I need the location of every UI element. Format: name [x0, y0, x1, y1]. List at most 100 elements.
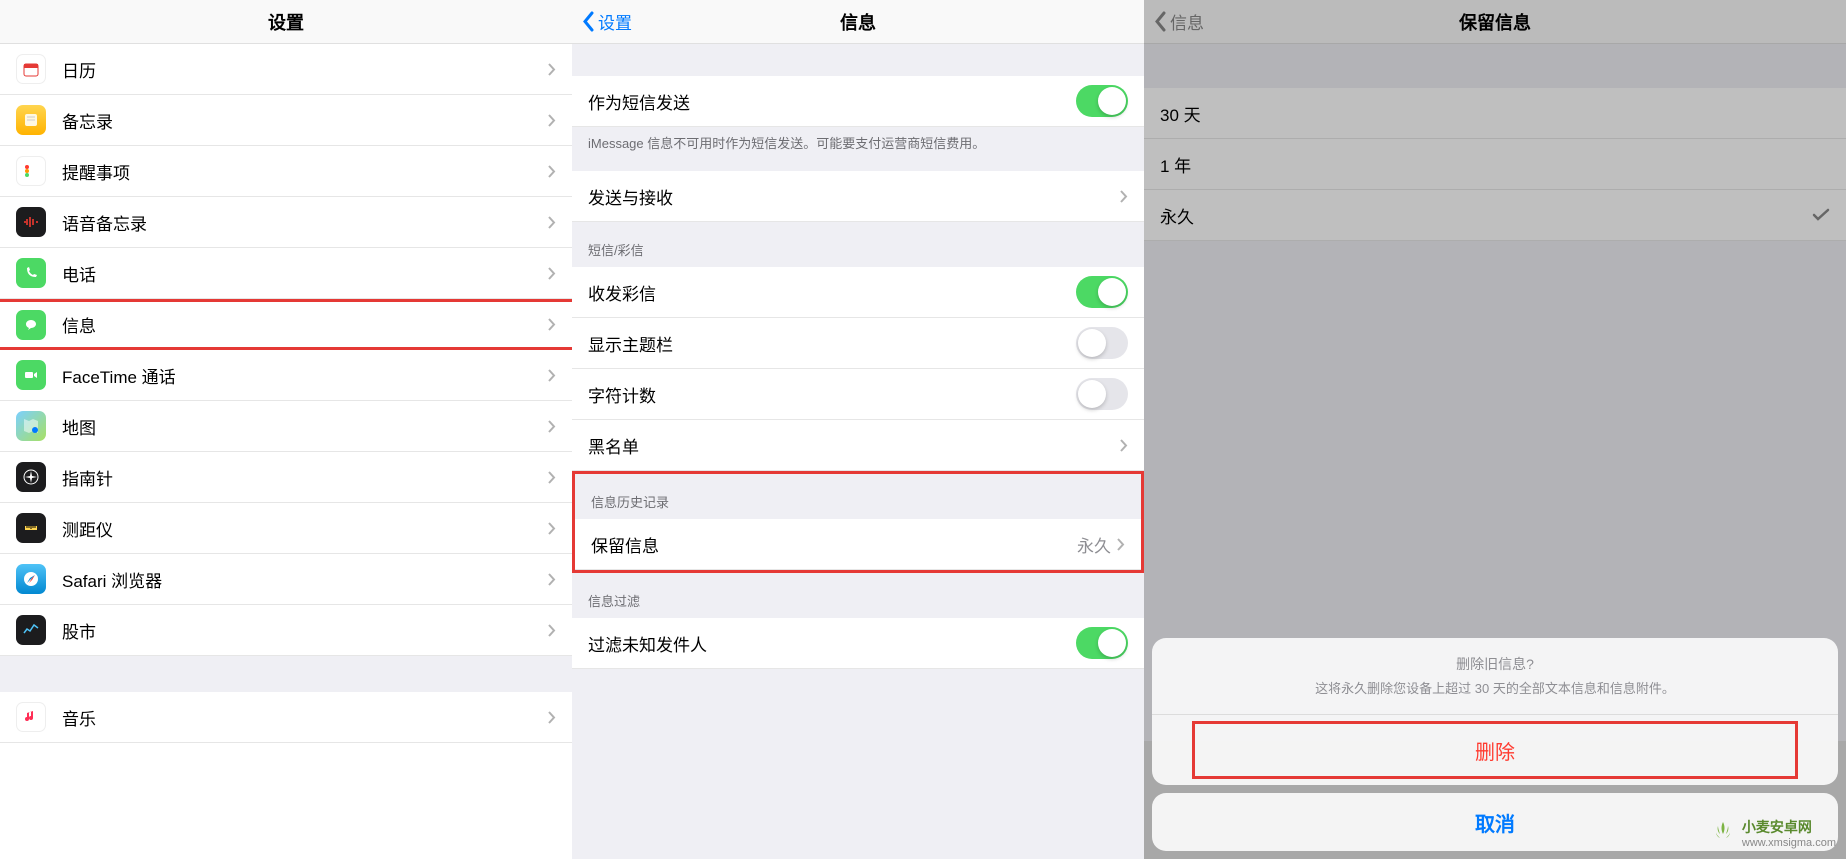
toggle-mms[interactable] — [1076, 276, 1128, 308]
chevron-right-icon — [548, 573, 556, 586]
row-keep-messages[interactable]: 保留信息 永久 — [575, 519, 1141, 570]
row-measure[interactable]: 测距仪 — [0, 503, 572, 554]
chevron-right-icon — [548, 369, 556, 382]
row-label: 显示主题栏 — [588, 331, 1076, 356]
sheet-title: 删除旧信息? — [1172, 654, 1818, 674]
row-label: 股市 — [62, 618, 548, 643]
row-subject[interactable]: 显示主题栏 — [572, 318, 1144, 369]
wheat-logo-icon — [1710, 820, 1736, 846]
compass-icon — [16, 462, 46, 492]
row-label: 信息 — [62, 312, 548, 337]
row-maps[interactable]: 地图 — [0, 401, 572, 452]
sheet-main: 删除旧信息? 这将永久删除您设备上超过 30 天的全部文本信息和信息附件。 删除 — [1152, 638, 1838, 785]
back-button[interactable]: 设置 — [582, 9, 632, 34]
row-label: 备忘录 — [62, 108, 548, 133]
row-music[interactable]: 音乐 — [0, 692, 572, 743]
row-label: 字符计数 — [588, 382, 1076, 407]
row-stocks[interactable]: 股市 — [0, 605, 572, 656]
row-label: 提醒事项 — [62, 159, 548, 184]
row-phone[interactable]: 电话 — [0, 248, 572, 299]
group-gap — [0, 656, 572, 692]
row-label: 音乐 — [62, 705, 548, 730]
facetime-icon — [16, 360, 46, 390]
row-send-as-sms[interactable]: 作为短信发送 — [572, 76, 1144, 127]
row-label: 电话 — [62, 261, 548, 286]
watermark: 小麦安卓网 www.xmsigma.com — [1710, 817, 1836, 849]
chevron-right-icon — [1120, 439, 1128, 452]
row-label: 语音备忘录 — [62, 210, 548, 235]
row-label: 指南针 — [62, 465, 548, 490]
toggle-filter-unknown[interactable] — [1076, 627, 1128, 659]
row-send-receive[interactable]: 发送与接收 — [572, 171, 1144, 222]
chevron-right-icon — [548, 165, 556, 178]
keep-messages-screen: 信息 保留信息 30 天 1 年 永久 删除旧信息? 这将永久删除您设备上超过 … — [1144, 0, 1846, 859]
stocks-icon — [16, 615, 46, 645]
back-button[interactable]: 信息 — [1154, 9, 1204, 34]
back-label: 信息 — [1170, 9, 1204, 34]
toggle-subject[interactable] — [1076, 327, 1128, 359]
section-history: 信息历史记录 — [575, 474, 1141, 519]
phone-icon — [16, 258, 46, 288]
row-blocklist[interactable]: 黑名单 — [572, 420, 1144, 471]
option-forever[interactable]: 永久 — [1144, 190, 1846, 241]
navbar-title: 保留信息 — [1459, 9, 1531, 35]
row-label: Safari 浏览器 — [62, 567, 548, 592]
row-label: 作为短信发送 — [588, 89, 1076, 114]
chevron-right-icon — [548, 420, 556, 433]
section-mms: 短信/彩信 — [572, 222, 1144, 267]
delete-button[interactable]: 删除 — [1192, 721, 1798, 779]
delete-label: 删除 — [1475, 736, 1515, 765]
toggle-send-as-sms[interactable] — [1076, 85, 1128, 117]
row-facetime[interactable]: FaceTime 通话 — [0, 350, 572, 401]
chevron-right-icon — [548, 624, 556, 637]
chevron-right-icon — [548, 63, 556, 76]
row-label: 过滤未知发件人 — [588, 631, 1076, 656]
row-filter-unknown[interactable]: 过滤未知发件人 — [572, 618, 1144, 669]
navbar: 信息 保留信息 — [1144, 0, 1846, 44]
settings-screen: 设置 日历 备忘录 提醒事项 语音备忘录 电话 信息 — [0, 0, 572, 859]
toggle-charcount[interactable] — [1076, 378, 1128, 410]
row-label: 黑名单 — [588, 433, 1120, 458]
section-filter: 信息过滤 — [572, 573, 1144, 618]
messages-icon — [16, 310, 46, 340]
safari-icon — [16, 564, 46, 594]
row-compass[interactable]: 指南针 — [0, 452, 572, 503]
row-charcount[interactable]: 字符计数 — [572, 369, 1144, 420]
row-voicememos[interactable]: 语音备忘录 — [0, 197, 572, 248]
dimmed-content: 信息 保留信息 30 天 1 年 永久 — [1144, 0, 1846, 741]
chevron-right-icon — [548, 471, 556, 484]
chevron-left-icon — [1154, 11, 1166, 32]
section-gap — [572, 44, 1144, 76]
section-gap — [1144, 44, 1846, 88]
chevron-right-icon — [548, 522, 556, 535]
option-1year[interactable]: 1 年 — [1144, 139, 1846, 190]
row-reminders[interactable]: 提醒事项 — [0, 146, 572, 197]
sms-footer: iMessage 信息不可用时作为短信发送。可能要支付运营商短信费用。 — [572, 127, 1144, 171]
navbar: 设置 信息 — [572, 0, 1144, 44]
option-30days[interactable]: 30 天 — [1144, 88, 1846, 139]
row-calendar[interactable]: 日历 — [0, 44, 572, 95]
row-safari[interactable]: Safari 浏览器 — [0, 554, 572, 605]
checkmark-icon — [1812, 208, 1830, 222]
row-messages[interactable]: 信息 — [0, 299, 575, 350]
chevron-right-icon — [548, 267, 556, 280]
watermark-name: 小麦安卓网 — [1742, 817, 1836, 837]
notes-icon — [16, 105, 46, 135]
messages-settings-screen: 设置 信息 作为短信发送 iMessage 信息不可用时作为短信发送。可能要支付… — [572, 0, 1144, 859]
keep-messages-highlight: 信息历史记录 保留信息 永久 — [572, 471, 1144, 573]
settings-list: 日历 备忘录 提醒事项 语音备忘录 电话 信息 — [0, 44, 572, 743]
sheet-header: 删除旧信息? 这将永久删除您设备上超过 30 天的全部文本信息和信息附件。 — [1152, 638, 1838, 715]
row-mms[interactable]: 收发彩信 — [572, 267, 1144, 318]
row-label: 收发彩信 — [588, 280, 1076, 305]
chevron-right-icon — [1120, 190, 1128, 203]
option-label: 30 天 — [1160, 101, 1830, 126]
music-icon — [16, 702, 46, 732]
chevron-right-icon — [548, 318, 556, 331]
chevron-right-icon — [548, 216, 556, 229]
navbar-title: 设置 — [268, 9, 304, 35]
row-label: FaceTime 通话 — [62, 363, 548, 388]
row-notes[interactable]: 备忘录 — [0, 95, 572, 146]
chevron-right-icon — [548, 711, 556, 724]
chevron-right-icon — [548, 114, 556, 127]
row-label: 发送与接收 — [588, 184, 1120, 209]
